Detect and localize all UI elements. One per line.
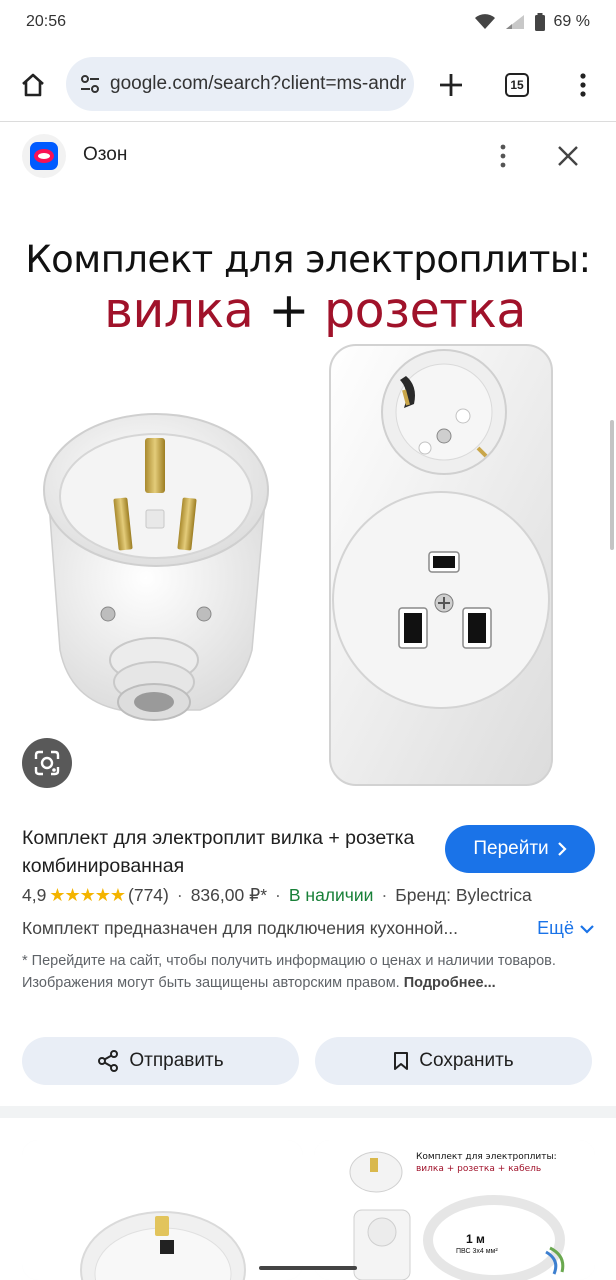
rating-stars: ★★★★★ <box>49 885 126 905</box>
gesture-nav-handle[interactable] <box>259 1266 357 1270</box>
status-icons: 69 % <box>474 13 590 31</box>
related-2-title: Комплект для электроплиты: <box>416 1152 557 1162</box>
tab-switcher-button[interactable]: 15 <box>500 68 534 102</box>
save-button[interactable]: Сохранить <box>315 1037 592 1085</box>
chevron-right-icon <box>557 842 567 856</box>
browser-toolbar: google.com/search?client=ms-andr 15 <box>0 50 616 118</box>
product-description: Комплект предназначен для подключения ку… <box>22 918 459 938</box>
tune-icon[interactable] <box>78 72 102 96</box>
product-meta: 4,9 ★★★★★ (774) · 836,00 ₽* · В наличии … <box>22 885 612 906</box>
related-2-length: 1 м <box>466 1232 485 1246</box>
signal-icon <box>505 15 524 29</box>
new-tab-button[interactable] <box>432 66 470 104</box>
more-vert-icon <box>580 73 586 97</box>
image-subheadline: вилка + розетка <box>0 282 616 339</box>
product-image[interactable]: Комплект для электроплиты: вилка + розет… <box>0 190 616 800</box>
more-label: Ещё <box>537 918 574 938</box>
separator: · <box>176 885 183 905</box>
share-button[interactable]: Отправить <box>22 1037 299 1085</box>
plus-icon <box>440 74 462 96</box>
availability: В наличии <box>288 885 374 905</box>
product-title[interactable]: Комплект для электроплит вилка + розетка… <box>22 824 422 880</box>
share-label: Отправить <box>129 1050 224 1071</box>
description-row: Комплект предназначен для подключения ку… <box>22 918 594 939</box>
address-bar[interactable]: google.com/search?client=ms-andr <box>66 57 414 111</box>
related-2-caption: Комплект для электроплиты: вилка + розет… <box>416 1151 557 1175</box>
related-image-1 <box>22 1140 303 1280</box>
related-2-subtitle: вилка + розетка + кабель <box>416 1164 542 1174</box>
scrollbar[interactable] <box>610 420 614 550</box>
related-result-2[interactable]: Комплект для электроплиты: вилка + розет… <box>314 1140 595 1280</box>
close-icon <box>558 146 578 166</box>
section-divider <box>0 1106 616 1118</box>
battery-icon <box>534 13 545 31</box>
status-time: 20:56 <box>26 13 67 30</box>
source-menu-button[interactable] <box>490 140 516 172</box>
toolbar-divider <box>0 121 616 122</box>
ozon-logo[interactable] <box>22 134 66 178</box>
share-icon <box>98 1050 119 1072</box>
browser-menu-button[interactable] <box>566 66 600 104</box>
save-label: Сохранить <box>419 1050 514 1071</box>
url-text: google.com/search?client=ms-andr <box>110 73 407 94</box>
review-count: (774) <box>128 885 169 905</box>
lens-icon <box>34 750 60 776</box>
price: 836,00 ₽* <box>190 885 268 905</box>
separator: · <box>381 885 388 905</box>
close-button[interactable] <box>552 140 584 172</box>
brand: Бренд: Bylectrica <box>395 885 532 905</box>
image-headline: Комплект для электроплиты: <box>25 238 591 281</box>
more-vert-icon <box>500 144 506 168</box>
home-button[interactable] <box>14 66 52 104</box>
home-icon <box>22 73 44 97</box>
image-sub-plug: вилка <box>104 282 254 339</box>
related-result-1[interactable] <box>22 1140 303 1280</box>
separator: · <box>275 885 281 905</box>
image-sub-plus: + <box>253 282 324 339</box>
wifi-icon <box>474 14 495 29</box>
learn-more-link[interactable]: Подробнее... <box>404 975 496 991</box>
related-2-cable: ПВС 3х4 мм² <box>456 1248 498 1255</box>
tabs-icon: 15 <box>505 73 529 97</box>
source-name[interactable]: Озон <box>83 144 127 166</box>
visit-button-label: Перейти <box>473 838 549 859</box>
image-sub-socket: розетка <box>323 282 526 339</box>
rating-value: 4,9 <box>22 885 47 905</box>
status-bar: 20:56 69 % <box>0 0 616 44</box>
bookmark-icon <box>394 1052 409 1070</box>
lens-button[interactable] <box>22 738 72 788</box>
disclaimer: * Перейдите на сайт, чтобы получить инфо… <box>22 950 572 994</box>
battery-percent: 69 % <box>553 13 590 30</box>
more-button[interactable]: Ещё <box>537 918 594 939</box>
chevron-down-icon <box>580 924 594 934</box>
visit-button[interactable]: Перейти <box>445 825 595 873</box>
